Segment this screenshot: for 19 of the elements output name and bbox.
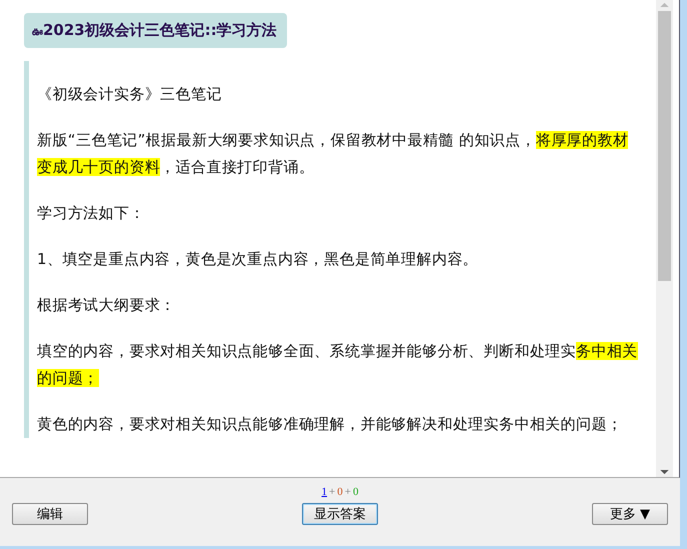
count-label: 0 <box>337 486 343 498</box>
scroll-up-icon[interactable] <box>660 2 669 7</box>
show-answer-button[interactable]: 显示答案 <box>302 503 378 525</box>
scroll-down-icon[interactable] <box>660 470 669 475</box>
note-paragraph: 根据考试大纲要求： <box>37 295 177 316</box>
note-paragraph: 填空的内容，要求对相关知识点能够全面、系统掌握并能够分析、判断和处理实务中相关的问题； <box>37 341 639 389</box>
count-link[interactable]: 1 <box>322 486 328 498</box>
note-paragraph: 新版“三色笔记”根据最新大纲要求知识点，保留教材中最精髓 的知识点，将厚厚的教材变成几十页的资料，适合直接打印背诵。 <box>37 130 630 178</box>
scrollbar[interactable] <box>656 0 673 477</box>
note-paragraph: 黄色的内容，要求对相关知识点能够准确理解，并能够解决和处理实务中相关的问题； <box>37 414 624 435</box>
count-label: + <box>329 486 336 498</box>
count-label: 0 <box>352 486 358 498</box>
more-button[interactable]: 更多 ▼ <box>592 503 668 525</box>
edit-button[interactable]: 编辑 <box>12 503 88 525</box>
count-label: + <box>344 486 351 498</box>
note-paragraph: 学习方法如下： <box>37 203 146 224</box>
note-paragraph: 《初级会计实务》三色笔记 <box>37 84 223 105</box>
card-title: ఊ2023初级会计三色笔记::学习方法 <box>24 13 287 48</box>
note-paragraph: 1、填空是重点内容，黄色是次重点内容，黑色是简单理解内容。 <box>37 249 480 270</box>
